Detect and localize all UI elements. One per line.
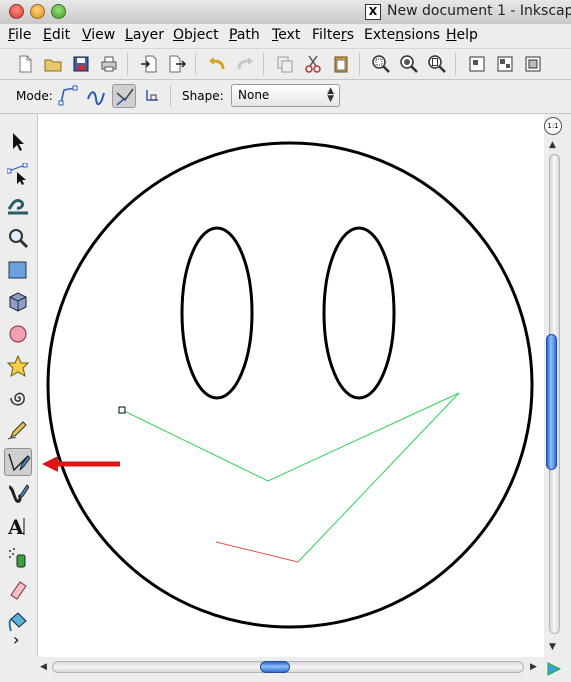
controls-separator bbox=[170, 85, 171, 107]
paraxial-icon[interactable] bbox=[140, 84, 164, 108]
mode-label: Mode: bbox=[16, 89, 53, 103]
toolbar-separator bbox=[263, 53, 264, 75]
redo-icon[interactable] bbox=[235, 54, 255, 74]
pencil-icon[interactable] bbox=[4, 416, 32, 444]
paste-icon[interactable] bbox=[331, 54, 351, 74]
menu-bar: File Edit View Layer Object Path Text Fi… bbox=[0, 24, 571, 47]
rectangle-icon[interactable] bbox=[4, 256, 32, 284]
print-icon[interactable] bbox=[99, 54, 119, 74]
annotation-arrow-icon bbox=[42, 456, 120, 472]
shape-dropdown-value: None bbox=[238, 88, 270, 102]
menu-layer[interactable]: Layer bbox=[125, 27, 164, 43]
face-circle bbox=[46, 141, 534, 629]
pen-icon[interactable] bbox=[4, 448, 32, 476]
svg-text:A: A bbox=[7, 515, 24, 537]
zoom-drawing-icon[interactable] bbox=[399, 54, 419, 74]
menu-text[interactable]: Text bbox=[272, 27, 300, 43]
group-icon[interactable] bbox=[467, 54, 487, 74]
toolbar-separator bbox=[359, 53, 360, 75]
save-icon[interactable] bbox=[71, 54, 91, 74]
updown-arrows-icon: ▲ ▼ bbox=[327, 86, 334, 104]
scroll-up-arrow-icon[interactable]: ▲ bbox=[549, 140, 556, 150]
zoom-icon[interactable] bbox=[4, 224, 32, 252]
scroll-down-arrow-icon[interactable]: ▼ bbox=[549, 642, 556, 652]
clone-icon[interactable] bbox=[523, 54, 543, 74]
box-3d-icon[interactable] bbox=[4, 288, 32, 316]
menu-filters[interactable]: Filters bbox=[312, 27, 354, 43]
zoom-selection-icon[interactable] bbox=[371, 54, 391, 74]
menu-object[interactable]: Object bbox=[173, 27, 219, 43]
selector-icon[interactable] bbox=[4, 128, 32, 156]
spray-icon[interactable] bbox=[4, 544, 32, 572]
toolbar-separator bbox=[127, 53, 128, 75]
scroll-left-arrow-icon[interactable]: ◀ bbox=[40, 662, 47, 672]
spiro-path-icon[interactable] bbox=[84, 84, 108, 108]
duplicate-icon[interactable] bbox=[275, 54, 295, 74]
red-path-preview bbox=[215, 541, 299, 563]
commands-toolbar bbox=[0, 48, 571, 80]
green-path-preview bbox=[121, 392, 460, 563]
toolbar-separator bbox=[455, 53, 456, 75]
tool-controls-bar: Mode: Shape: None ▲ ▼ bbox=[0, 80, 571, 114]
shape-label: Shape: bbox=[182, 89, 224, 103]
text-icon[interactable]: A bbox=[4, 512, 32, 540]
menu-view[interactable]: View bbox=[82, 27, 115, 43]
x11-icon: X bbox=[365, 4, 381, 20]
vertical-scroll-thumb[interactable] bbox=[546, 334, 557, 470]
ellipse-icon[interactable] bbox=[4, 320, 32, 348]
calligraphy-icon[interactable] bbox=[4, 480, 32, 508]
ungroup-icon[interactable] bbox=[495, 54, 515, 74]
menu-extensions[interactable]: Extensions bbox=[364, 27, 440, 43]
import-icon[interactable] bbox=[139, 54, 159, 74]
maximize-window-button[interactable] bbox=[51, 4, 66, 19]
menu-help[interactable]: Help bbox=[446, 27, 478, 43]
new-document-icon[interactable] bbox=[15, 54, 35, 74]
tweak-icon[interactable] bbox=[4, 192, 32, 220]
left-eye bbox=[180, 226, 254, 400]
horizontal-scroll-thumb[interactable] bbox=[260, 661, 290, 673]
expand-toolbox-icon[interactable]: › bbox=[13, 630, 19, 649]
minimize-window-button[interactable] bbox=[30, 4, 45, 19]
open-icon[interactable] bbox=[43, 54, 63, 74]
right-eye bbox=[322, 226, 396, 400]
menu-path[interactable]: Path bbox=[229, 27, 260, 43]
cut-icon[interactable] bbox=[303, 54, 323, 74]
node-editor-icon[interactable] bbox=[4, 160, 32, 188]
horizontal-scrollbar[interactable]: ◀ ▶ bbox=[38, 657, 544, 682]
menu-file[interactable]: File bbox=[8, 27, 31, 43]
export-icon[interactable] bbox=[167, 54, 187, 74]
zoom-1-to-1-icon[interactable]: 1:1 bbox=[544, 117, 562, 135]
spiral-icon[interactable] bbox=[4, 384, 32, 412]
toolbar-separator bbox=[195, 53, 196, 75]
close-window-button[interactable] bbox=[9, 4, 24, 19]
shape-dropdown[interactable]: None ▲ ▼ bbox=[231, 84, 340, 107]
star-icon[interactable] bbox=[4, 352, 32, 380]
canvas-drawing bbox=[46, 141, 534, 629]
window-title: New document 1 - Inkscape bbox=[387, 3, 571, 19]
undo-icon[interactable] bbox=[207, 54, 227, 74]
eraser-icon[interactable] bbox=[4, 576, 32, 604]
menu-edit[interactable]: Edit bbox=[43, 27, 70, 43]
path-start-node bbox=[118, 406, 126, 414]
regular-bezier-icon[interactable] bbox=[56, 84, 80, 108]
title-bar: X New document 1 - Inkscape bbox=[0, 0, 571, 25]
drawing-canvas[interactable] bbox=[38, 114, 544, 657]
toolbox: A › bbox=[0, 114, 38, 657]
zigzag-icon[interactable] bbox=[112, 84, 136, 108]
scroll-right-arrow-icon[interactable]: ▶ bbox=[530, 662, 537, 672]
color-management-icon[interactable] bbox=[546, 661, 562, 677]
zoom-page-icon[interactable] bbox=[427, 54, 447, 74]
